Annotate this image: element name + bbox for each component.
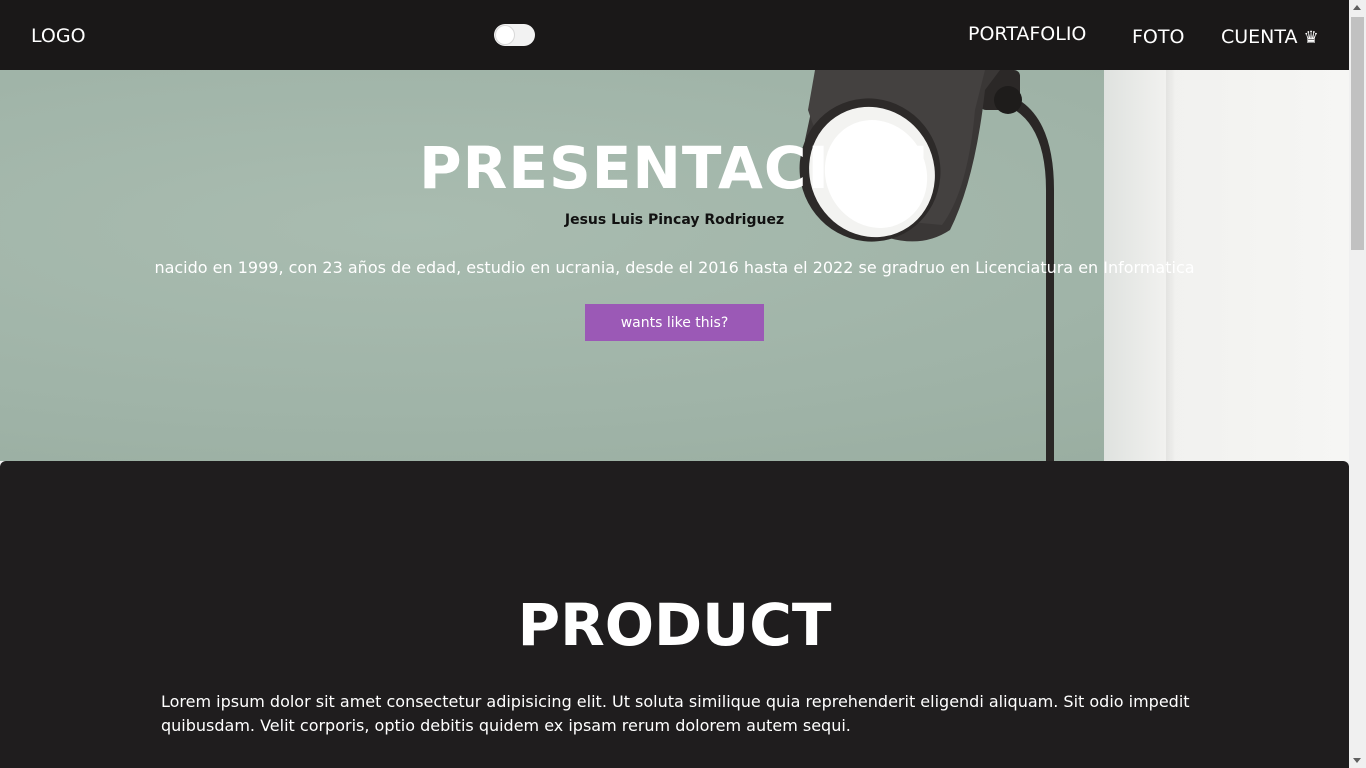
nav-link-cuenta-label: CUENTA (1221, 26, 1298, 48)
wants-like-this-button[interactable]: wants like this? (585, 304, 764, 341)
hero-subtitle: Jesus Luis Pincay Rodriguez (564, 212, 785, 228)
product-section: PRODUCT Lorem ipsum dolor sit amet conse… (0, 461, 1349, 768)
hero-section: PRESENTACION Jesus Luis Pincay Rodriguez… (0, 70, 1349, 461)
scroll-down-icon[interactable] (1353, 758, 1361, 763)
vertical-scrollbar[interactable] (1349, 0, 1366, 768)
nav-link-cuenta[interactable]: CUENTA ♛ (1221, 26, 1319, 48)
logo[interactable]: LOGO (31, 25, 86, 47)
theme-toggle[interactable] (494, 24, 535, 46)
nav-link-foto[interactable]: FOTO (1132, 26, 1184, 48)
scroll-thumb[interactable] (1351, 17, 1364, 250)
crown-icon: ♛ (1303, 28, 1319, 48)
hero-description: nacido en 1999, con 23 años de edad, est… (154, 258, 1195, 277)
product-text: Lorem ipsum dolor sit amet consectetur a… (161, 692, 1190, 735)
toggle-knob (496, 26, 514, 44)
navbar: LOGO PORTAFOLIO FOTO CUENTA ♛ (0, 0, 1349, 70)
nav-link-portafolio[interactable]: PORTAFOLIO (968, 23, 1086, 45)
product-title: PRODUCT (517, 591, 832, 659)
page-viewport: LOGO PORTAFOLIO FOTO CUENTA ♛ PRESENTACIO… (0, 0, 1349, 768)
scroll-up-icon[interactable] (1353, 5, 1361, 10)
hero-title: PRESENTACION (419, 134, 930, 202)
